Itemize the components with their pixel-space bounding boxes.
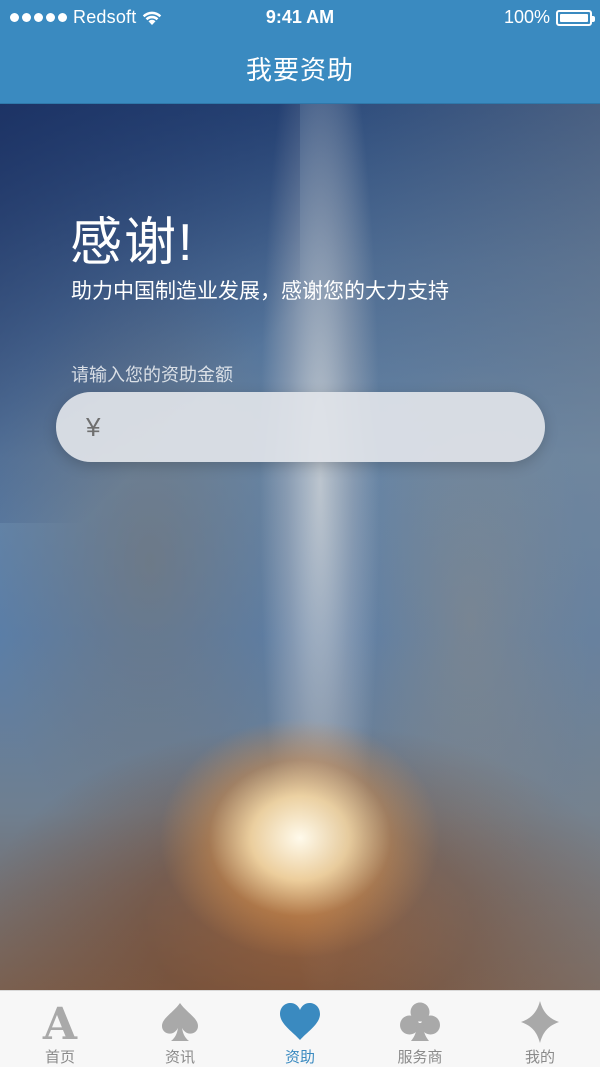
tab-mine[interactable]: 我的 xyxy=(480,991,600,1067)
tab-label: 资讯 xyxy=(164,1049,195,1066)
hero-content: 感谢! 助力中国制造业发展，感谢您的大力支持 请输入您的资助金额 ¥ xyxy=(0,103,600,990)
status-bar: Redsoft 9:41 AM 100% xyxy=(0,0,600,34)
yen-icon: ¥ xyxy=(86,411,101,442)
page-title: 我要资助 xyxy=(245,55,354,85)
tab-news[interactable]: 资讯 xyxy=(120,991,240,1067)
spade-icon xyxy=(157,1000,203,1044)
top-bar: Redsoft 9:41 AM 100% 我要资助 xyxy=(0,0,600,104)
tab-label: 资助 xyxy=(284,1049,315,1066)
screen: Redsoft 9:41 AM 100% 我要资助 感谢! 助力中国制造业发展，… xyxy=(0,0,600,1067)
tab-label: 我的 xyxy=(524,1049,555,1066)
tab-bar: A 首页 资讯 资助 服务商 我的 xyxy=(0,990,600,1067)
letter-a-icon: A xyxy=(37,1000,83,1044)
amount-label: 请输入您的资助金额 xyxy=(71,365,233,385)
battery-icon xyxy=(556,9,595,26)
thanks-heading: 感谢! xyxy=(70,214,195,272)
tab-label: 服务商 xyxy=(397,1049,443,1066)
tab-label: 首页 xyxy=(44,1049,75,1066)
battery-percentage: 100% xyxy=(503,7,550,27)
thanks-subtitle: 助力中国制造业发展，感谢您的大力支持 xyxy=(71,280,449,303)
hero-background: 感谢! 助力中国制造业发展，感谢您的大力支持 请输入您的资助金额 ¥ xyxy=(0,103,600,990)
heart-icon xyxy=(277,1000,323,1044)
tab-providers[interactable]: 服务商 xyxy=(360,991,480,1067)
amount-field[interactable]: ¥ xyxy=(56,392,545,462)
amount-input[interactable] xyxy=(110,396,545,458)
tab-sponsor[interactable]: 资助 xyxy=(240,991,360,1067)
svg-text:A: A xyxy=(42,1000,78,1044)
club-icon xyxy=(397,1000,443,1044)
tab-home[interactable]: A 首页 xyxy=(0,991,120,1067)
diamond-icon xyxy=(517,1000,563,1044)
status-right: 100% xyxy=(503,7,595,28)
